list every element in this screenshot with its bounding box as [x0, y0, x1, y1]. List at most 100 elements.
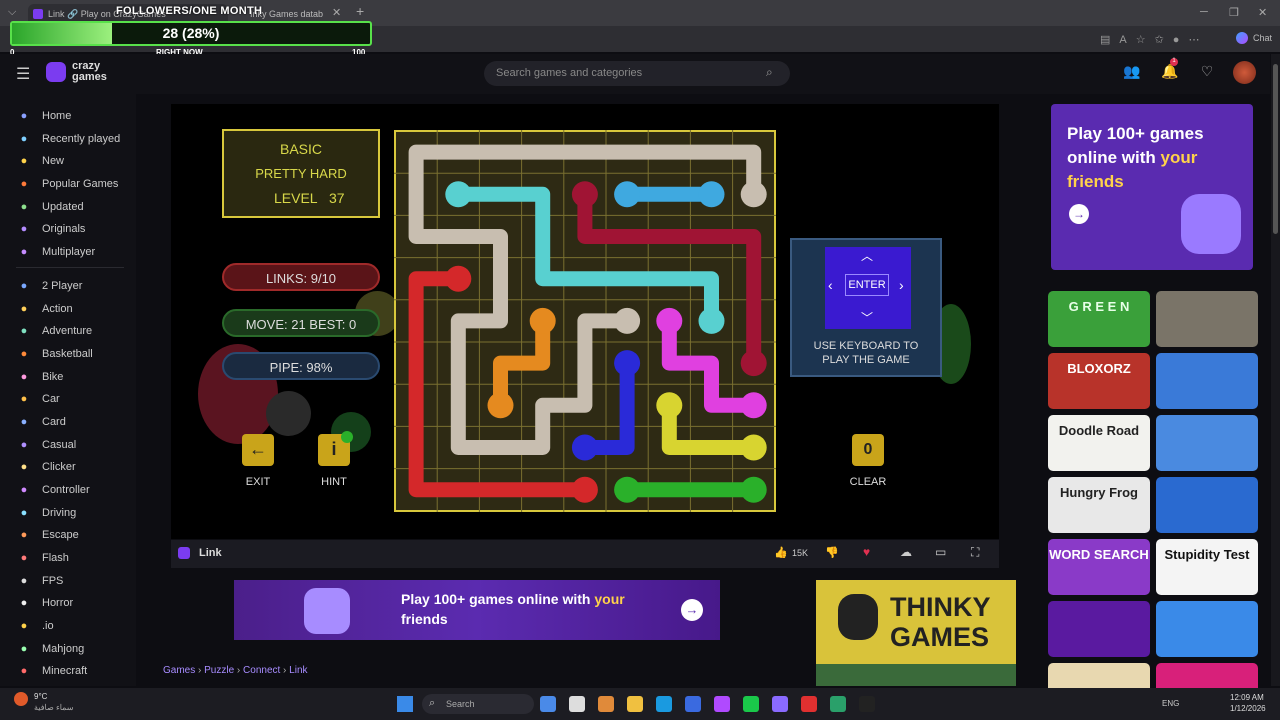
endpoint-orange[interactable]	[487, 392, 514, 419]
sidebar-item-casual[interactable]: ● Casual	[16, 439, 77, 461]
toolbar-icons[interactable]: ▤A☆✩●⋯	[1100, 33, 1208, 46]
comment-icon[interactable]: ▭	[935, 545, 946, 559]
game-thumbnail[interactable]	[1156, 353, 1258, 409]
search-icon[interactable]: ⌕	[766, 65, 773, 80]
page-scrollbar[interactable]	[1271, 54, 1280, 686]
clear-button[interactable]: 0	[852, 434, 884, 466]
bell-icon[interactable]: 🔔	[1160, 63, 1180, 83]
endpoint-green[interactable]	[614, 476, 641, 503]
scrollbar-thumb[interactable]	[1273, 64, 1278, 234]
endpoint-navy[interactable]	[614, 350, 641, 377]
menu-icon[interactable]: ☰	[16, 64, 30, 84]
taskbar-app-icon[interactable]	[801, 696, 817, 712]
search-input[interactable]: Search games and categories	[484, 61, 790, 86]
game-thumbnail[interactable]: G R E E N	[1048, 291, 1150, 347]
dpad[interactable]: ︿ ‹ › ﹀ ENTER	[825, 247, 911, 329]
enter-button[interactable]: ENTER	[845, 274, 889, 296]
like-button[interactable]: 👍	[774, 546, 788, 559]
endpoint-magenta[interactable]	[656, 307, 683, 334]
sidebar-item-controller[interactable]: ● Controller	[16, 484, 90, 506]
crazygames-logo-icon[interactable]	[46, 62, 66, 82]
maximize-icon[interactable]: ❐	[1229, 6, 1239, 19]
endpoint-orange[interactable]	[529, 307, 556, 334]
sidebar-item-adventure[interactable]: ● Adventure	[16, 325, 92, 347]
sidebar-item-flash[interactable]: ● Flash	[16, 552, 69, 574]
minimize-icon[interactable]: ─	[1200, 6, 1208, 18]
taskbar-app-icon[interactable]	[627, 696, 643, 712]
endpoint-crimson[interactable]	[740, 350, 767, 377]
endpoint-navy[interactable]	[571, 434, 598, 461]
sidebar-item-fps[interactable]: ● FPS	[16, 575, 64, 597]
ad-thinky-games[interactable]: THINKY GAMES	[816, 580, 1016, 686]
arrow-right-icon[interactable]: ›	[899, 277, 904, 293]
exit-button[interactable]: ←	[242, 434, 274, 466]
taskbar-app-icon[interactable]	[656, 696, 672, 712]
taskbar-app-icon[interactable]	[772, 696, 788, 712]
arrow-left-icon[interactable]: ‹	[828, 277, 833, 293]
sidebar-item-home[interactable]: ● Home	[16, 110, 72, 132]
thumbs-down-icon[interactable]: 👎	[825, 546, 839, 559]
endpoint-magenta[interactable]	[740, 392, 767, 419]
sidebar-item-car[interactable]: ● Car	[16, 393, 60, 415]
sidebar-item-originals[interactable]: ● Originals	[16, 223, 86, 245]
taskbar-app-icon[interactable]	[685, 696, 701, 712]
favorite-heart-icon[interactable]: ♥	[863, 545, 870, 559]
endpoint-cyan[interactable]	[445, 181, 472, 208]
game-thumbnail[interactable]: Doodle Road	[1048, 415, 1150, 471]
tab-list-icon[interactable]: ⌵	[8, 6, 16, 19]
friends-icon[interactable]: 👥	[1122, 63, 1142, 83]
clock-date[interactable]: 1/12/2026	[1230, 704, 1266, 713]
sidebar-item-2-player[interactable]: ● 2 Player	[16, 280, 83, 302]
chat-button[interactable]: Chat	[1253, 33, 1272, 43]
sidebar-item-escape[interactable]: ● Escape	[16, 529, 79, 551]
taskbar-app-icon[interactable]	[569, 696, 585, 712]
sidebar-item-clicker[interactable]: ● Clicker	[16, 461, 76, 483]
cloud-save-icon[interactable]: ☁	[900, 545, 912, 559]
close-tab-icon[interactable]: ✕	[332, 6, 341, 19]
taskbar-app-icon[interactable]	[540, 696, 556, 712]
game-thumbnail[interactable]: BLOXORZ	[1048, 353, 1150, 409]
fullscreen-icon[interactable]: ⛶	[971, 545, 979, 560]
site-logo[interactable]: crazy games	[72, 61, 107, 83]
taskbar-app-icon[interactable]	[830, 696, 846, 712]
endpoint-blue[interactable]	[614, 181, 641, 208]
breadcrumb-connect[interactable]: Connect	[243, 665, 280, 676]
arrow-down-icon[interactable]: ﹀	[861, 309, 873, 326]
sidebar-item-action[interactable]: ● Action	[16, 303, 73, 325]
taskbar-app-icon[interactable]	[598, 696, 614, 712]
game-thumbnail[interactable]: WORD SEARCH	[1048, 539, 1150, 595]
breadcrumb-link[interactable]: Link	[289, 665, 307, 676]
game-thumbnail[interactable]: Stupidity Test	[1156, 539, 1258, 595]
arrow-right-icon[interactable]: →	[1069, 204, 1089, 224]
sidebar-item-horror[interactable]: ● Horror	[16, 597, 74, 619]
sidebar-item-new[interactable]: ● New	[16, 155, 64, 177]
game-thumbnail[interactable]	[1156, 601, 1258, 657]
taskbar-search[interactable]: ⌕ Search	[422, 694, 534, 714]
endpoint-grey[interactable]	[740, 181, 767, 208]
language-indicator[interactable]: ENG	[1162, 699, 1179, 708]
sidebar-item-minecraft[interactable]: ● Minecraft	[16, 665, 88, 687]
arrow-right-icon[interactable]: →	[681, 599, 703, 621]
sidebar-item-mahjong[interactable]: ● Mahjong	[16, 643, 85, 665]
sidebar-item-popular-games[interactable]: ● Popular Games	[16, 178, 119, 200]
sidebar-item-card[interactable]: ● Card	[16, 416, 66, 438]
arrow-up-icon[interactable]: ︿	[861, 247, 873, 264]
game-thumbnail[interactable]: Hungry Frog	[1048, 477, 1150, 533]
endpoint-red[interactable]	[571, 476, 598, 503]
taskbar-app-icon[interactable]	[743, 696, 759, 712]
copilot-icon[interactable]	[1236, 32, 1248, 44]
avatar[interactable]	[1233, 61, 1256, 84]
endpoint-crimson[interactable]	[571, 181, 598, 208]
new-tab-icon[interactable]: +	[356, 3, 364, 19]
endpoint-yellow[interactable]	[740, 434, 767, 461]
clock-time[interactable]: 12:09 AM	[1230, 693, 1264, 702]
sidebar-item-updated[interactable]: ● Updated	[16, 201, 84, 223]
promo-card[interactable]: Play 100+ games online with your friends…	[1051, 104, 1253, 270]
heart-icon[interactable]: ♡	[1197, 63, 1217, 83]
endpoint-red[interactable]	[445, 265, 472, 292]
sidebar-item-io[interactable]: ● .io	[16, 620, 54, 642]
breadcrumb-puzzle[interactable]: Puzzle	[204, 665, 234, 676]
endpoint-cyan[interactable]	[698, 307, 725, 334]
endpoint-blue[interactable]	[698, 181, 725, 208]
sidebar-item-multiplayer[interactable]: ● Multiplayer	[16, 246, 96, 268]
